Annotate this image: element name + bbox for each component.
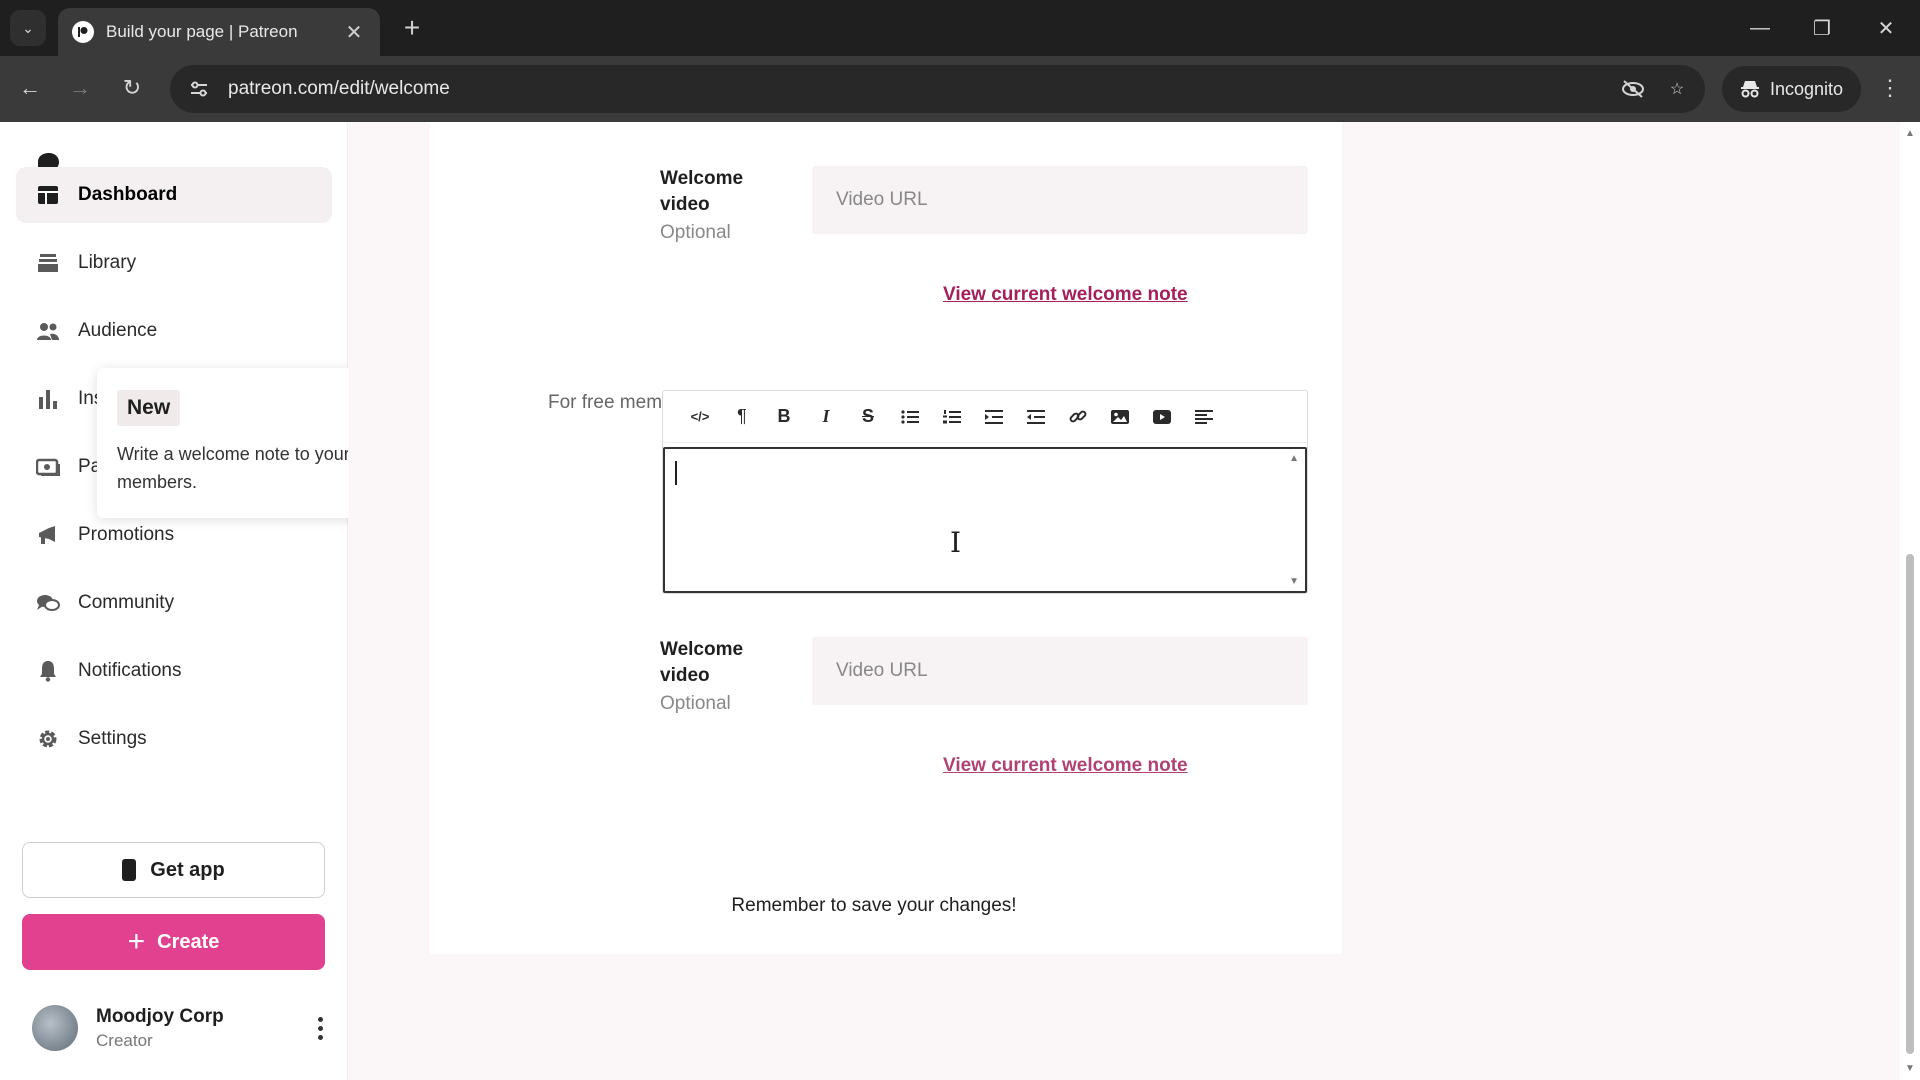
- sidebar-item-label: Settings: [78, 728, 147, 749]
- bookmark-star-icon[interactable]: ☆: [1661, 73, 1693, 105]
- scroll-up-icon[interactable]: ▲: [1905, 128, 1915, 139]
- close-window-button[interactable]: ✕: [1866, 10, 1906, 46]
- align-icon[interactable]: [1183, 399, 1225, 435]
- user-name: Moodjoy Corp: [96, 1005, 224, 1027]
- scroll-down-icon[interactable]: ▼: [1905, 1063, 1915, 1074]
- page-scrollbar[interactable]: ▲ ▼: [1900, 122, 1920, 1080]
- sidebar: Dashboard Library Audience Insights Payo…: [0, 122, 348, 1080]
- reload-button[interactable]: ↻: [114, 70, 150, 106]
- optional-label: Optional: [660, 222, 731, 243]
- numbered-list-icon[interactable]: [931, 399, 973, 435]
- save-reminder-text: Remember to save your changes!: [731, 895, 1017, 916]
- restore-button[interactable]: ❐: [1802, 10, 1842, 46]
- site-info-icon[interactable]: [188, 78, 210, 100]
- strikethrough-icon[interactable]: S: [847, 399, 889, 435]
- megaphone-icon: [36, 523, 60, 547]
- welcome-video-label-line1: Welcome: [660, 639, 744, 660]
- sidebar-item-label: Promotions: [78, 524, 175, 545]
- view-welcome-note-link[interactable]: View current welcome note: [943, 284, 1188, 306]
- italic-icon[interactable]: I: [805, 399, 847, 435]
- bold-icon[interactable]: B: [763, 399, 805, 435]
- incognito-icon: [1740, 80, 1760, 98]
- welcome-video-label: Welcome video: [660, 637, 743, 689]
- editor-scroll-down-icon[interactable]: ▼: [1289, 576, 1299, 587]
- patreon-favicon-icon: [72, 21, 94, 43]
- scrollbar-thumb[interactable]: [1906, 554, 1914, 1054]
- create-button[interactable]: + Create: [22, 914, 325, 970]
- more-options-icon[interactable]: [308, 1012, 332, 1044]
- ibeam-cursor-icon: I: [950, 526, 962, 559]
- phone-icon: [122, 859, 137, 881]
- welcome-video-label-line2: video: [660, 194, 710, 215]
- welcome-video-url-input[interactable]: Video URL: [812, 166, 1308, 234]
- new-tab-button[interactable]: +: [396, 12, 428, 44]
- outdent-icon[interactable]: [1015, 399, 1057, 435]
- welcome-video-label-line1: Welcome: [660, 168, 744, 189]
- welcome-video-label: Welcome video: [660, 166, 743, 218]
- back-button[interactable]: ←: [12, 70, 48, 106]
- paragraph-icon[interactable]: ¶: [721, 399, 763, 435]
- free-welcome-video-url-input[interactable]: Video URL: [812, 637, 1308, 705]
- main-content: Welcome video Optional Video URL View cu…: [348, 122, 1908, 1080]
- sidebar-item-label: Library: [78, 252, 137, 273]
- get-app-button[interactable]: Get app: [22, 842, 325, 898]
- sidebar-item-settings[interactable]: Settings: [16, 711, 332, 767]
- editor-scroll-up-icon[interactable]: ▲: [1289, 453, 1299, 464]
- indent-icon[interactable]: [973, 399, 1015, 435]
- code-view-icon[interactable]: </>: [679, 399, 721, 435]
- audience-icon: [36, 319, 60, 343]
- video-icon[interactable]: [1141, 399, 1183, 435]
- welcome-note-textarea[interactable]: ▲ ▼: [663, 447, 1307, 593]
- incognito-indicator[interactable]: Incognito: [1722, 66, 1862, 112]
- gear-icon: [36, 727, 60, 751]
- editor-toolbar: </> ¶ B I S: [663, 391, 1307, 443]
- welcome-video-label-line2: video: [660, 665, 710, 686]
- insights-icon: [36, 387, 60, 411]
- bulleted-list-icon[interactable]: [889, 399, 931, 435]
- tab-close-icon[interactable]: ✕: [342, 20, 366, 45]
- sidebar-item-community[interactable]: Community: [16, 575, 332, 631]
- minimize-button[interactable]: —: [1740, 10, 1780, 46]
- sidebar-item-notifications[interactable]: Notifications: [16, 643, 332, 699]
- welcome-note-editor: </> ¶ B I S ▲ ▼: [662, 390, 1308, 594]
- sidebar-item-label: Community: [78, 592, 175, 613]
- sidebar-item-label: Audience: [78, 320, 158, 341]
- user-profile[interactable]: Moodjoy Corp Creator: [32, 998, 332, 1058]
- payouts-icon: [36, 455, 60, 479]
- bell-icon: [36, 659, 60, 683]
- browser-tab[interactable]: Build your page | Patreon ✕: [58, 8, 380, 56]
- avatar[interactable]: [32, 1005, 78, 1051]
- eye-off-icon[interactable]: [1617, 73, 1649, 105]
- dashboard-icon: [36, 183, 60, 207]
- optional-label: Optional: [660, 693, 731, 714]
- chat-icon: [36, 591, 60, 615]
- incognito-label: Incognito: [1770, 78, 1844, 99]
- video-url-placeholder: Video URL: [836, 660, 928, 681]
- welcome-note-card: Welcome video Optional Video URL View cu…: [430, 122, 1342, 954]
- browser-tab-bar: ⌄ Build your page | Patreon ✕ + — ❐ ✕: [0, 0, 1920, 56]
- video-url-placeholder: Video URL: [836, 189, 928, 210]
- image-icon[interactable]: [1099, 399, 1141, 435]
- sidebar-item-label: Notifications: [78, 660, 182, 681]
- sidebar-item-dashboard[interactable]: Dashboard: [16, 167, 332, 223]
- sidebar-item-library[interactable]: Library: [16, 235, 332, 291]
- view-free-welcome-note-link[interactable]: View current welcome note: [943, 755, 1188, 777]
- browser-toolbar: ← → ↻ patreon.com/edit/welcome ☆ Incogni…: [0, 56, 1920, 122]
- link-icon[interactable]: [1057, 399, 1099, 435]
- library-icon: [36, 251, 60, 275]
- user-role: Creator: [96, 1030, 153, 1050]
- sidebar-item-label: Dashboard: [78, 184, 178, 205]
- get-app-label: Get app: [150, 858, 225, 881]
- text-caret: [675, 461, 677, 485]
- new-badge: New: [117, 390, 181, 426]
- tab-title: Build your page | Patreon: [106, 22, 298, 41]
- create-label: Create: [157, 930, 220, 953]
- tab-list-button[interactable]: ⌄: [10, 10, 46, 46]
- address-bar[interactable]: patreon.com/edit/welcome ☆: [170, 65, 1705, 113]
- url-text: patreon.com/edit/welcome: [228, 78, 450, 99]
- forward-button[interactable]: →: [62, 70, 98, 106]
- browser-menu-button[interactable]: ⋮: [1872, 70, 1908, 106]
- plus-icon: +: [127, 925, 146, 958]
- sidebar-item-audience[interactable]: Audience: [16, 303, 332, 359]
